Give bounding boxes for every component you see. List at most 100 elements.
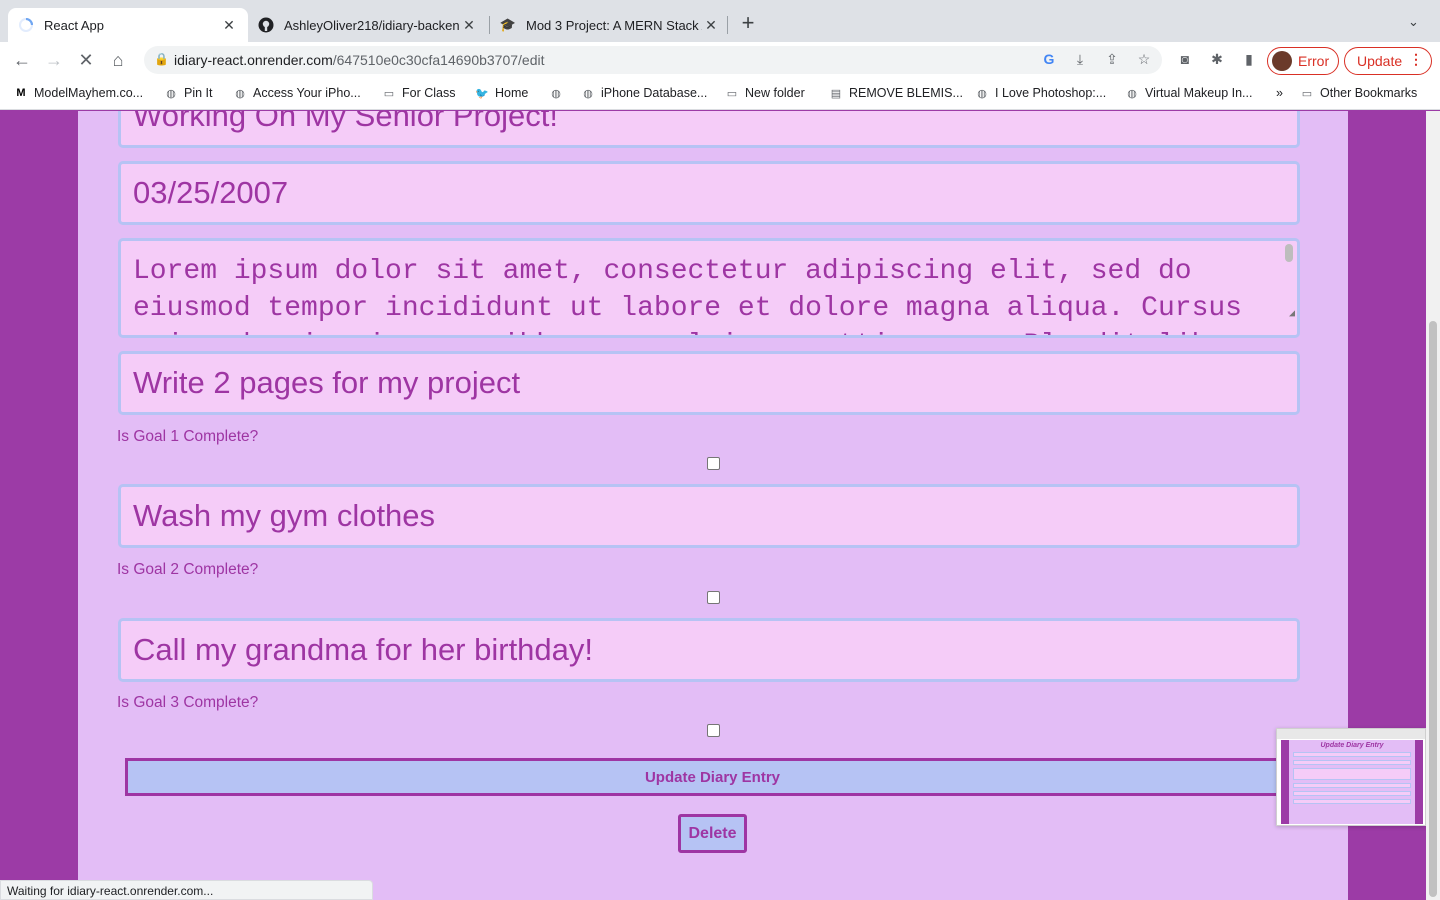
goal-1-complete-checkbox[interactable] xyxy=(707,457,720,470)
tab-preview-thumbnail[interactable]: Update Diary Entry xyxy=(1276,728,1426,826)
preview-field xyxy=(1293,791,1411,796)
browser-toolbar: ← → ✕ ⌂ 🔒 idiary-react.onrender.com/6475… xyxy=(0,42,1440,78)
date-input[interactable]: 03/25/2007 xyxy=(118,161,1300,225)
preview-title: Update Diary Entry xyxy=(1320,742,1384,749)
page-viewport: Working On My Senior Project! 03/25/2007… xyxy=(0,111,1440,900)
globe-icon: ◍ xyxy=(551,87,561,100)
modelmayhem-icon: M xyxy=(16,87,26,99)
update-label: Update xyxy=(1357,53,1403,69)
bookmark-i-love-photoshop[interactable]: ◍ I Love Photoshop:... xyxy=(975,86,1106,100)
bookmark-label: Access Your iPho... xyxy=(253,86,361,100)
close-icon[interactable]: ✕ xyxy=(702,17,720,34)
side-panel-icon[interactable]: ▮ xyxy=(1240,51,1258,69)
tab-title: Mod 3 Project: A MERN Stack A xyxy=(526,17,702,33)
preview-field xyxy=(1293,752,1411,757)
bookmark-pin-it[interactable]: ◍ Pin It xyxy=(164,86,212,100)
preview-field xyxy=(1293,760,1411,765)
google-icon[interactable]: G xyxy=(1040,51,1058,69)
bookmark-label: Virtual Makeup In... xyxy=(1145,86,1253,100)
goal-1-input[interactable]: Write 2 pages for my project xyxy=(118,351,1300,415)
new-tab-button[interactable]: + xyxy=(736,12,760,36)
image-icon: ▤ xyxy=(830,87,842,100)
url-text: idiary-react.onrender.com/647510e0c30cfa… xyxy=(174,52,545,68)
resize-handle-icon[interactable]: ◢ xyxy=(1289,296,1295,333)
preview-field xyxy=(1293,768,1411,780)
tab-react-app[interactable]: React App ✕ xyxy=(8,8,248,42)
preview-page: Update Diary Entry xyxy=(1281,740,1423,824)
preview-panel: Update Diary Entry xyxy=(1289,740,1415,824)
status-bar: Waiting for idiary-react.onrender.com... xyxy=(0,880,373,900)
bookmark-label: I Love Photoshop:... xyxy=(995,86,1107,100)
twitter-bird-icon: 🐦 xyxy=(475,87,489,100)
lock-icon[interactable]: 🔒 xyxy=(154,52,169,66)
globe-icon: ◍ xyxy=(235,87,245,100)
goal-3-complete-label: Is Goal 3 Complete? xyxy=(117,694,259,711)
bookmark-label: New folder xyxy=(745,86,805,100)
tab-mod3-project[interactable]: 🎓 Mod 3 Project: A MERN Stack A ✕ xyxy=(490,8,730,42)
graduation-cap-icon: 🎓 xyxy=(499,17,517,32)
goal-1-complete-label: Is Goal 1 Complete? xyxy=(117,428,259,445)
bookmark-modelmayhem[interactable]: M ModelMayhem.co... xyxy=(14,86,143,100)
globe-icon: ◍ xyxy=(1127,87,1137,100)
bookmark-home[interactable]: 🐦 Home xyxy=(475,86,528,100)
folder-icon: ▭ xyxy=(726,87,738,100)
goal-2-input[interactable]: Wash my gym clothes xyxy=(118,484,1300,548)
bookmark-label: Home xyxy=(495,86,529,100)
bookmarks-bar: M ModelMayhem.co... ◍ Pin It ◍ Access Your … xyxy=(0,78,1440,110)
entry-body-text: Lorem ipsum dolor sit amet, consectetur … xyxy=(133,256,1259,335)
github-icon xyxy=(258,17,274,33)
install-app-icon[interactable]: ⤓ xyxy=(1071,51,1089,69)
extensions-puzzle-icon[interactable]: ✱ xyxy=(1208,51,1226,69)
bookmark-new-folder[interactable]: ▭ New folder xyxy=(725,86,805,100)
share-icon[interactable]: ⇪ xyxy=(1103,51,1121,69)
goal-3-input[interactable]: Call my grandma for her birthday! xyxy=(118,618,1300,682)
kebab-menu-icon: ⋮ xyxy=(1409,51,1423,67)
globe-icon: ◍ xyxy=(166,87,176,100)
tab-strip: React App ✕ AshleyOliver218/idiary-backe… xyxy=(0,0,1440,42)
preview-browser-bar xyxy=(1277,729,1425,739)
update-chrome-button[interactable]: Update ⋮ xyxy=(1344,47,1432,75)
entry-body-textarea[interactable]: Lorem ipsum dolor sit amet, consectetur … xyxy=(118,238,1300,338)
bookmark-for-class[interactable]: ▭ For Class xyxy=(382,86,456,100)
scrollbar-thumb[interactable] xyxy=(1429,321,1437,897)
textarea-scrollbar[interactable] xyxy=(1285,244,1293,262)
bookmark-label: Other Bookmarks xyxy=(1320,86,1418,100)
preview-field xyxy=(1293,799,1411,804)
bookmark-label: ModelMayhem.co... xyxy=(34,86,144,100)
goal-2-complete-checkbox[interactable] xyxy=(707,591,720,604)
page-scrollbar[interactable] xyxy=(1426,111,1440,900)
preview-field xyxy=(1293,783,1411,788)
close-icon[interactable]: ✕ xyxy=(460,17,478,34)
goal-3-complete-checkbox[interactable] xyxy=(707,724,720,737)
address-bar[interactable]: 🔒 idiary-react.onrender.com/647510e0c30c… xyxy=(144,46,1162,74)
bookmark-label: REMOVE BLEMIS... xyxy=(849,86,963,100)
profile-error-button[interactable]: Error xyxy=(1267,47,1339,75)
bookmark-label: iPhone Database... xyxy=(601,86,708,100)
bookmark-other-bookmarks[interactable]: ▭ Other Bookmarks xyxy=(1300,86,1417,100)
bookmark-iphone-database[interactable]: ◍ iPhone Database... xyxy=(581,86,707,100)
bookmark-access-iphone[interactable]: ◍ Access Your iPho... xyxy=(233,86,361,100)
bookmark-virtual-makeup[interactable]: ◍ Virtual Makeup In... xyxy=(1125,86,1252,100)
chevron-down-icon[interactable]: ⌄ xyxy=(1408,14,1419,30)
bookmark-star-icon[interactable]: ☆ xyxy=(1135,51,1153,69)
bookmarks-overflow-button[interactable]: » xyxy=(1276,86,1283,100)
update-diary-entry-button[interactable]: Update Diary Entry xyxy=(125,758,1300,796)
loading-spinner-icon xyxy=(18,17,34,33)
bookmark-unnamed[interactable]: ◍ xyxy=(549,86,569,100)
forward-arrow-icon[interactable]: → xyxy=(42,48,66,72)
home-icon[interactable]: ⌂ xyxy=(106,48,130,72)
title-input[interactable]: Working On My Senior Project! xyxy=(118,111,1300,148)
camera-icon[interactable]: ◙ xyxy=(1176,51,1194,69)
globe-icon: ◍ xyxy=(977,87,987,100)
back-arrow-icon[interactable]: ← xyxy=(10,48,34,72)
stop-loading-icon[interactable]: ✕ xyxy=(74,48,98,72)
delete-button[interactable]: Delete xyxy=(678,814,747,853)
overflow-chevron-icon: » xyxy=(1276,86,1283,100)
globe-icon: ◍ xyxy=(583,87,593,100)
tab-title: AshleyOliver218/idiary-backend xyxy=(284,17,460,33)
folder-icon: ▭ xyxy=(1301,87,1313,100)
tab-github[interactable]: AshleyOliver218/idiary-backend ✕ xyxy=(248,8,488,42)
bookmark-remove-blemish[interactable]: ▤ REMOVE BLEMIS... xyxy=(829,86,963,100)
tab-separator xyxy=(727,16,728,34)
close-icon[interactable]: ✕ xyxy=(220,17,238,34)
